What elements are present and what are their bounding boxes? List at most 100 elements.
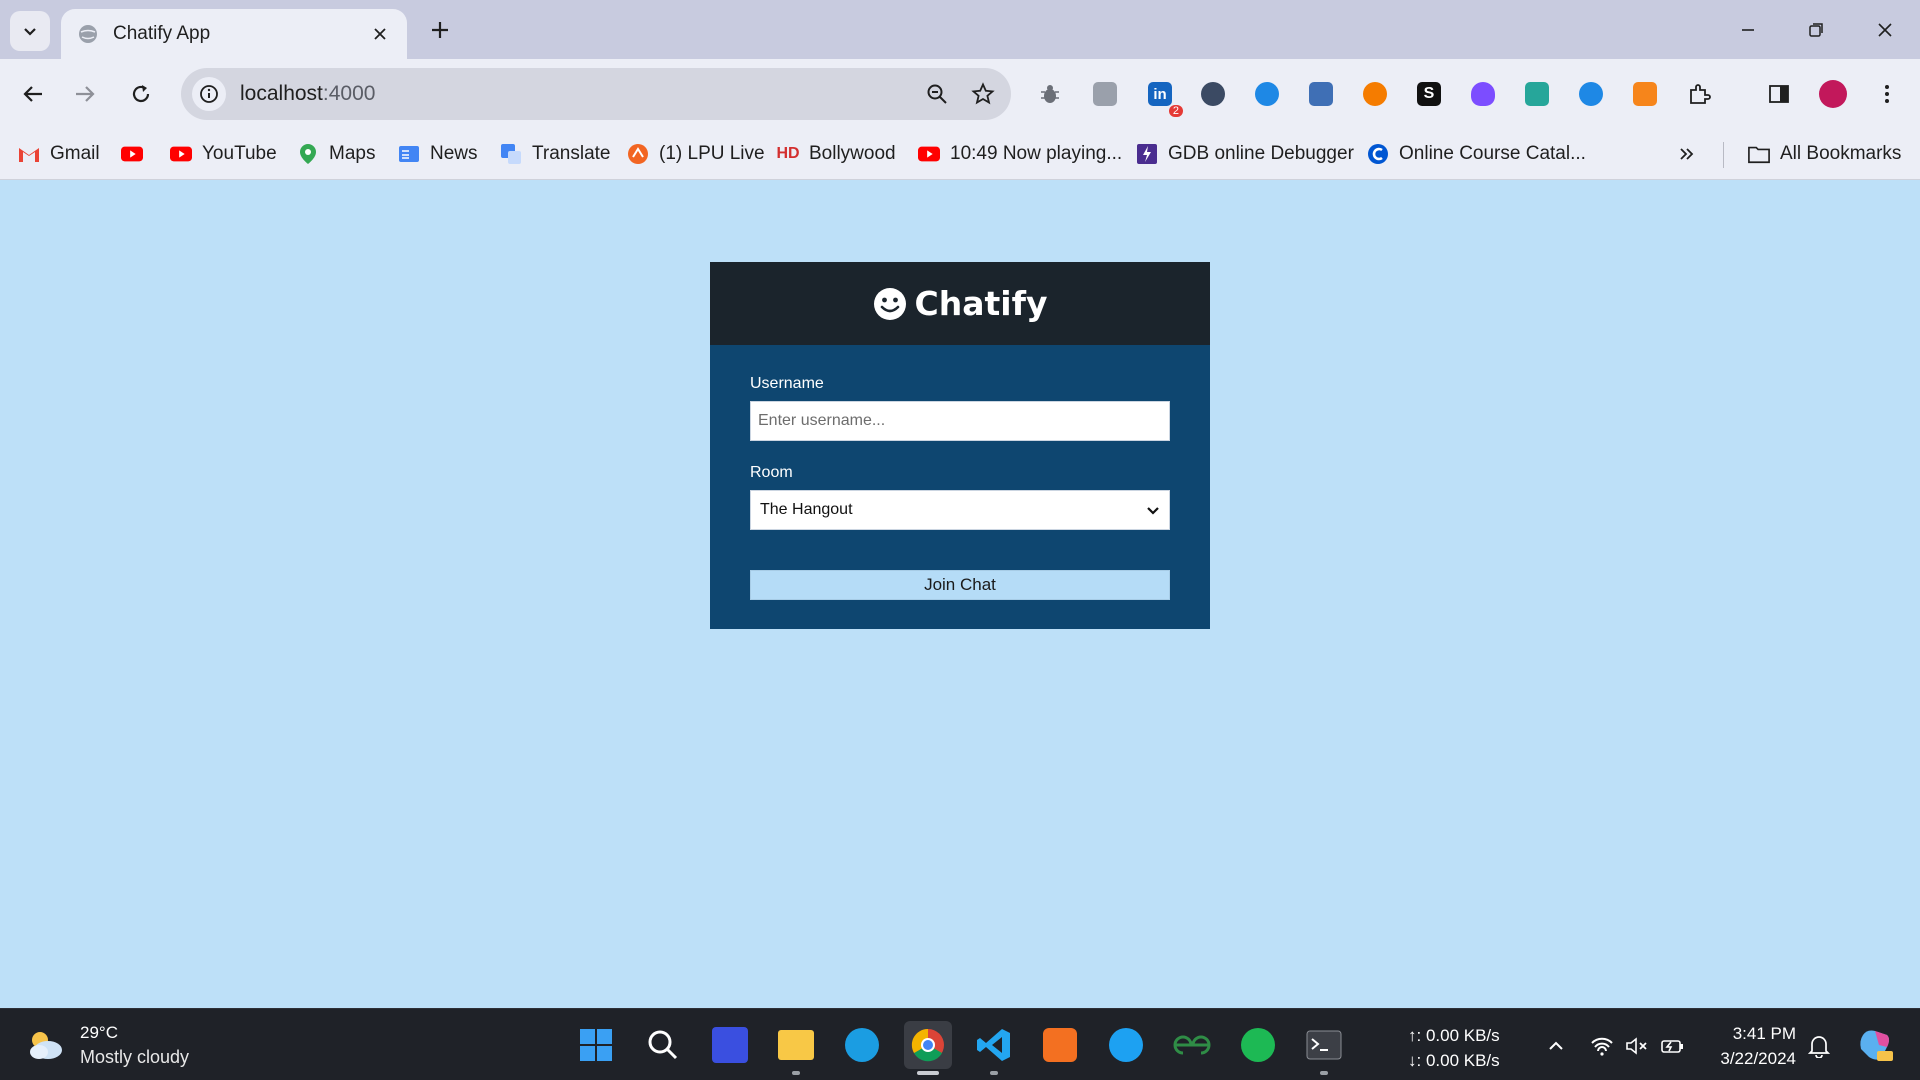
taskbar-terminal[interactable] bbox=[1300, 1021, 1348, 1075]
upload-speed: ↑: 0.00 KB/s bbox=[1408, 1026, 1500, 1045]
folder-icon bbox=[1748, 143, 1770, 165]
tab-title: Chatify App bbox=[113, 23, 211, 44]
taskbar-geeksforgeeks[interactable] bbox=[1168, 1021, 1216, 1069]
taskbar-chrome[interactable] bbox=[904, 1021, 952, 1075]
arrow-right-icon bbox=[76, 86, 95, 102]
address-bar[interactable]: localhost:4000 bbox=[181, 68, 1011, 120]
taskbar-app-ai[interactable] bbox=[706, 1021, 754, 1069]
twitter-icon bbox=[1109, 1028, 1143, 1062]
folder-app-icon bbox=[778, 1030, 814, 1060]
show-hidden-icons-button[interactable] bbox=[1541, 1031, 1571, 1061]
reload-button[interactable] bbox=[121, 74, 161, 114]
taskbar-search[interactable] bbox=[639, 1021, 687, 1069]
reload-icon bbox=[132, 85, 150, 103]
minimize-icon bbox=[1742, 29, 1754, 31]
cursor-extension-icon[interactable] bbox=[1198, 79, 1228, 109]
spiral-extension-icon[interactable] bbox=[1576, 79, 1606, 109]
profile-avatar-icon[interactable] bbox=[1818, 79, 1848, 109]
taskbar-file-explorer[interactable] bbox=[772, 1021, 820, 1075]
url-port: :4000 bbox=[322, 82, 376, 105]
xampp-icon bbox=[1043, 1028, 1077, 1062]
zoom-icon[interactable] bbox=[919, 76, 955, 112]
start-button[interactable] bbox=[572, 1021, 620, 1069]
close-tab-icon[interactable] bbox=[369, 23, 391, 45]
side-panel-icon[interactable] bbox=[1764, 79, 1794, 109]
bookmark-gmail[interactable]: Gmail bbox=[18, 138, 100, 170]
username-input[interactable]: Enter username... bbox=[750, 401, 1170, 441]
kebab-menu-icon[interactable] bbox=[1872, 79, 1902, 109]
bookmark-now-playing[interactable]: 10:49 Now playing... bbox=[918, 138, 1122, 170]
app-title: Chatify bbox=[914, 284, 1048, 323]
bookmark-maps[interactable]: Maps bbox=[297, 138, 375, 170]
url-text[interactable]: localhost:4000 bbox=[240, 82, 919, 106]
wifi-button[interactable] bbox=[1587, 1031, 1617, 1061]
all-bookmarks-button[interactable]: All Bookmarks bbox=[1748, 138, 1901, 170]
edge-extension-icon[interactable] bbox=[1252, 79, 1282, 109]
close-window-button[interactable] bbox=[1862, 8, 1908, 52]
s-extension-icon[interactable]: S bbox=[1414, 79, 1444, 109]
vscode-icon bbox=[977, 1029, 1010, 1061]
taskbar-twitter[interactable] bbox=[1102, 1021, 1150, 1069]
forward-button[interactable] bbox=[65, 74, 105, 114]
minimize-button[interactable] bbox=[1725, 8, 1771, 52]
room-selected-value: The Hangout bbox=[760, 501, 853, 518]
metamask-extension-icon[interactable] bbox=[1630, 79, 1660, 109]
fox-extension-icon[interactable] bbox=[1360, 79, 1390, 109]
taskbar-fi-app[interactable] bbox=[1234, 1021, 1282, 1069]
site-info-icon[interactable] bbox=[192, 77, 226, 111]
new-tab-button[interactable] bbox=[422, 12, 458, 48]
volume-muted-icon bbox=[1626, 1037, 1647, 1055]
bookmark-online-course[interactable]: Online Course Catal... bbox=[1367, 138, 1586, 170]
wifi-icon bbox=[1591, 1037, 1613, 1056]
globe-icon bbox=[79, 25, 97, 43]
tab-active[interactable]: Chatify App bbox=[61, 9, 407, 59]
bookmark-youtube-icon-only[interactable] bbox=[121, 138, 153, 170]
bookmark-lpu-live[interactable]: (1) LPU Live bbox=[627, 138, 765, 170]
bookmark-star-icon[interactable] bbox=[965, 76, 1001, 112]
screenshot-extension-icon[interactable] bbox=[1090, 79, 1120, 109]
bookmark-news[interactable]: News bbox=[398, 138, 478, 170]
chevron-down-icon bbox=[24, 28, 36, 36]
room-select[interactable]: The Hangout bbox=[750, 490, 1170, 530]
all-bookmarks-label: All Bookmarks bbox=[1780, 143, 1902, 164]
lpu-live-icon bbox=[627, 143, 649, 165]
room-label: Room bbox=[750, 464, 793, 481]
bookmark-translate[interactable]: Translate bbox=[500, 138, 611, 170]
fi-app-icon bbox=[1241, 1028, 1275, 1062]
bookmark-gdb[interactable]: GDB online Debugger bbox=[1136, 138, 1354, 170]
edge-app-icon bbox=[845, 1028, 879, 1062]
notifications-button[interactable] bbox=[1804, 1031, 1834, 1061]
mail-extension-icon[interactable] bbox=[1522, 79, 1552, 109]
weather-widget[interactable]: 29°C Mostly cloudy bbox=[26, 1021, 189, 1069]
bookmarks-bar: Gmail YouTube Maps News Translate (1) LP… bbox=[0, 129, 1920, 180]
translate-icon bbox=[500, 143, 522, 165]
taskbar-vscode[interactable] bbox=[970, 1021, 1018, 1075]
restore-icon bbox=[1809, 23, 1823, 37]
taskbar-edge[interactable] bbox=[838, 1021, 886, 1069]
bookmark-youtube[interactable]: YouTube bbox=[170, 138, 277, 170]
copilot-button[interactable] bbox=[1855, 1025, 1895, 1065]
back-button[interactable] bbox=[13, 74, 53, 114]
close-icon bbox=[1878, 23, 1892, 37]
more-bookmarks-button[interactable] bbox=[1676, 138, 1708, 170]
flame-extension-icon[interactable] bbox=[1468, 79, 1498, 109]
restore-button[interactable] bbox=[1793, 8, 1839, 52]
clock-time: 3:41 PM bbox=[1732, 1024, 1796, 1043]
ai-app-icon bbox=[712, 1027, 748, 1063]
browser-toolbar: localhost:4000 in 2 S bbox=[0, 59, 1920, 129]
youtube-icon bbox=[170, 143, 192, 165]
bookmark-bollywood[interactable]: HD Bollywood bbox=[776, 138, 896, 170]
system-clock[interactable]: 3:41 PM 3/22/2024 bbox=[1700, 1021, 1796, 1071]
taskbar-xampp[interactable] bbox=[1036, 1021, 1084, 1069]
battery-button[interactable] bbox=[1658, 1031, 1688, 1061]
coursera-icon bbox=[1367, 143, 1389, 165]
tab-search-button[interactable] bbox=[10, 11, 50, 51]
linkedin-extension-icon[interactable]: in 2 bbox=[1145, 79, 1183, 117]
volume-button[interactable] bbox=[1622, 1031, 1652, 1061]
window-extension-icon[interactable] bbox=[1306, 79, 1336, 109]
bug-extension-icon[interactable] bbox=[1035, 79, 1065, 109]
card-header: Chatify bbox=[710, 262, 1210, 345]
extensions-puzzle-icon[interactable] bbox=[1684, 79, 1714, 109]
bookmark-label: Bollywood bbox=[809, 143, 896, 164]
join-chat-button[interactable]: Join Chat bbox=[750, 570, 1170, 600]
